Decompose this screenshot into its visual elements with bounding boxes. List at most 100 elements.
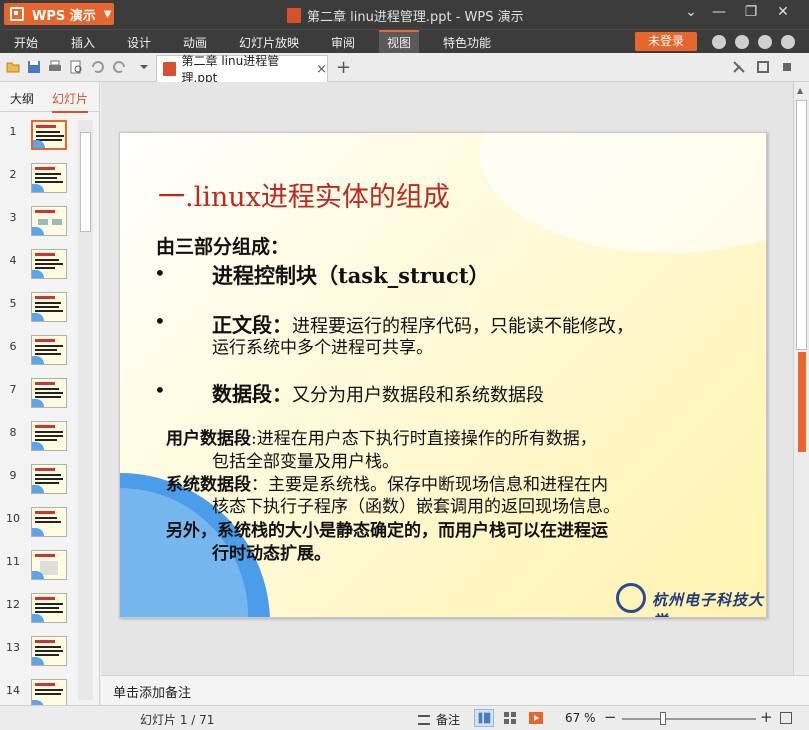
slideshow-view-icon[interactable]	[526, 709, 546, 727]
slide-thumbnail[interactable]	[31, 464, 67, 494]
scroll-up-icon[interactable]: ▲	[797, 86, 803, 95]
print-preview-icon[interactable]	[69, 60, 83, 74]
menu-slideshow[interactable]: 幻灯片放映	[239, 34, 299, 51]
login-button[interactable]: 未登录	[635, 32, 697, 51]
redo-icon[interactable]	[113, 60, 127, 74]
app-name: WPS 演示	[32, 8, 96, 24]
expand-icon[interactable]	[780, 60, 794, 74]
bullet-body-line2[interactable]: 运行系统中多个进程可共享。	[212, 333, 433, 358]
fit-window-icon[interactable]	[780, 712, 792, 724]
zoom-level[interactable]: 67 %	[565, 711, 596, 725]
menu-home[interactable]: 开始	[14, 34, 38, 51]
slide-thumbnail[interactable]	[31, 120, 67, 150]
menu-design[interactable]: 设计	[127, 34, 151, 51]
document-tab[interactable]: 第二章 linu进程管理.ppt ×	[156, 54, 328, 85]
bullet-process-control-block[interactable]: 进程控制块（task_struct）	[212, 260, 490, 290]
slide-thumbnail[interactable]	[31, 378, 67, 408]
menu-features[interactable]: 特色功能	[443, 34, 491, 51]
app-menu-button[interactable]: WPS 演示 ▼	[4, 3, 114, 25]
slide-thumbnail[interactable]	[31, 249, 67, 279]
restore-window-icon[interactable]	[756, 60, 770, 74]
save-icon[interactable]	[27, 60, 41, 74]
slide-subtitle[interactable]: 由三部分组成：	[156, 232, 289, 259]
title-bar: WPS 演示 ▼ 第二章 linu进程管理.ppt - WPS 演示 ⌄ — ❐…	[0, 0, 809, 29]
slide-number: 7	[9, 383, 17, 396]
print-icon[interactable]	[48, 60, 62, 74]
bullet-marker: •	[154, 309, 166, 333]
slide-thumbnail[interactable]	[31, 206, 67, 236]
skin-icon[interactable]	[712, 35, 726, 49]
para-user-data-segment-line2[interactable]: 包括全部变量及用户栈。	[212, 447, 399, 472]
slide-thumbnail[interactable]	[31, 163, 67, 193]
format-brush-icon[interactable]	[732, 60, 746, 74]
close-tab-icon[interactable]: ×	[316, 62, 327, 77]
scrollbar-thumb[interactable]	[796, 100, 807, 350]
notes-pane[interactable]: 单击添加备注	[101, 675, 809, 705]
para-user-data-segment[interactable]: 用户数据段:进程在用户态下执行时直接操作的所有数据，	[166, 424, 597, 449]
editor-scrollbar[interactable]: ▲	[793, 82, 809, 675]
zoom-slider-track[interactable]	[622, 718, 756, 720]
maximize-icon[interactable]: ❐	[740, 4, 762, 20]
para-head: 用户数据段	[166, 429, 251, 449]
ppt-file-icon	[287, 8, 301, 23]
thumbnail-scrollbar[interactable]	[78, 120, 93, 700]
slide-thumbnail[interactable]	[31, 421, 67, 451]
task-pane-toggle[interactable]	[798, 352, 806, 452]
menu-review[interactable]: 审阅	[331, 34, 355, 51]
notes-placeholder: 单击添加备注	[113, 686, 192, 701]
slide-number: 13	[6, 641, 20, 654]
slide-thumbnail[interactable]	[31, 636, 67, 666]
slide-number: 9	[9, 469, 17, 482]
slide-thumbnail[interactable]	[31, 550, 67, 580]
tab-slides[interactable]: 幻灯片	[52, 90, 89, 113]
zoom-out-button[interactable]: −	[604, 708, 617, 726]
bullet-body: 又分为用户数据段和系统数据段	[292, 385, 544, 406]
slide-thumbnail-list: 1 2 3 4 5 6 7 8 9 10 11 12 13 14	[0, 120, 78, 722]
chevron-down-icon: ▼	[103, 8, 112, 20]
slide-number: 6	[9, 340, 17, 353]
settings-icon[interactable]	[781, 35, 795, 49]
slide-number: 10	[6, 512, 20, 525]
slide-thumbnail[interactable]	[31, 335, 67, 365]
notes-toggle-button[interactable]: 备注	[418, 711, 460, 728]
zoom-in-button[interactable]: +	[760, 708, 773, 726]
zoom-slider-handle[interactable]	[660, 712, 666, 725]
notes-toggle-label: 备注	[436, 713, 461, 727]
para-system-data-segment-line2[interactable]: 核态下执行子程序（函数）嵌套调用的返回现场信息。	[212, 492, 620, 517]
bullet-marker: •	[154, 261, 166, 285]
customize-toolbar-icon[interactable]	[137, 60, 151, 74]
para-stack-note[interactable]: 另外，系统栈的大小是静态确定的，而用户栈可以在进程运	[166, 516, 608, 541]
bullet-data-segment[interactable]: 数据段：又分为用户数据段和系统数据段	[212, 378, 544, 407]
help-icon[interactable]	[735, 35, 749, 49]
slide-canvas[interactable]: 一.linux进程实体的组成 由三部分组成： • 进程控制块（task_stru…	[119, 132, 767, 618]
para-stack-note-line2[interactable]: 行时动态扩展。	[212, 539, 331, 564]
slide-title[interactable]: 一.linux进程实体的组成	[158, 175, 450, 214]
new-tab-icon[interactable]: +	[336, 57, 351, 78]
menu-view[interactable]: 视图	[379, 30, 420, 53]
university-logo-text: 杭州电子科技大学	[652, 591, 765, 617]
wps-logo-icon	[10, 7, 24, 21]
slide-number: 1	[9, 125, 17, 138]
quick-toolbar: 第二章 linu进程管理.ppt × +	[0, 53, 809, 85]
status-bar: 幻灯片 1 / 71 备注 67 % − +	[0, 705, 809, 730]
menu-insert[interactable]: 插入	[71, 34, 95, 51]
window-title: 第二章 linu进程管理.ppt - WPS 演示	[287, 6, 524, 25]
normal-view-icon[interactable]	[474, 709, 494, 727]
open-folder-icon[interactable]	[6, 60, 20, 74]
slides-panel: 大纲 幻灯片 1 2 3 4 5 6 7 8 9 10 11 12 13 14	[0, 82, 100, 709]
bullet-marker: •	[154, 378, 166, 402]
menu-animation[interactable]: 动画	[183, 34, 207, 51]
close-window-icon[interactable]: ✕	[772, 4, 794, 20]
collapse-ribbon-icon[interactable]: ⌄	[680, 4, 702, 20]
notes-icon	[418, 714, 430, 725]
slide-thumbnail[interactable]	[31, 507, 67, 537]
slide-thumbnail[interactable]	[31, 593, 67, 623]
slide-thumbnail[interactable]	[31, 292, 67, 322]
shirt-icon[interactable]	[758, 35, 772, 49]
slide-sorter-view-icon[interactable]	[500, 709, 520, 727]
minimize-icon[interactable]: —	[708, 4, 730, 20]
undo-icon[interactable]	[90, 60, 104, 74]
tab-outline[interactable]: 大纲	[10, 90, 34, 107]
scrollbar-thumb[interactable]	[80, 132, 91, 232]
para-body: :进程在用户态下执行时直接操作的所有数据，	[251, 429, 597, 449]
